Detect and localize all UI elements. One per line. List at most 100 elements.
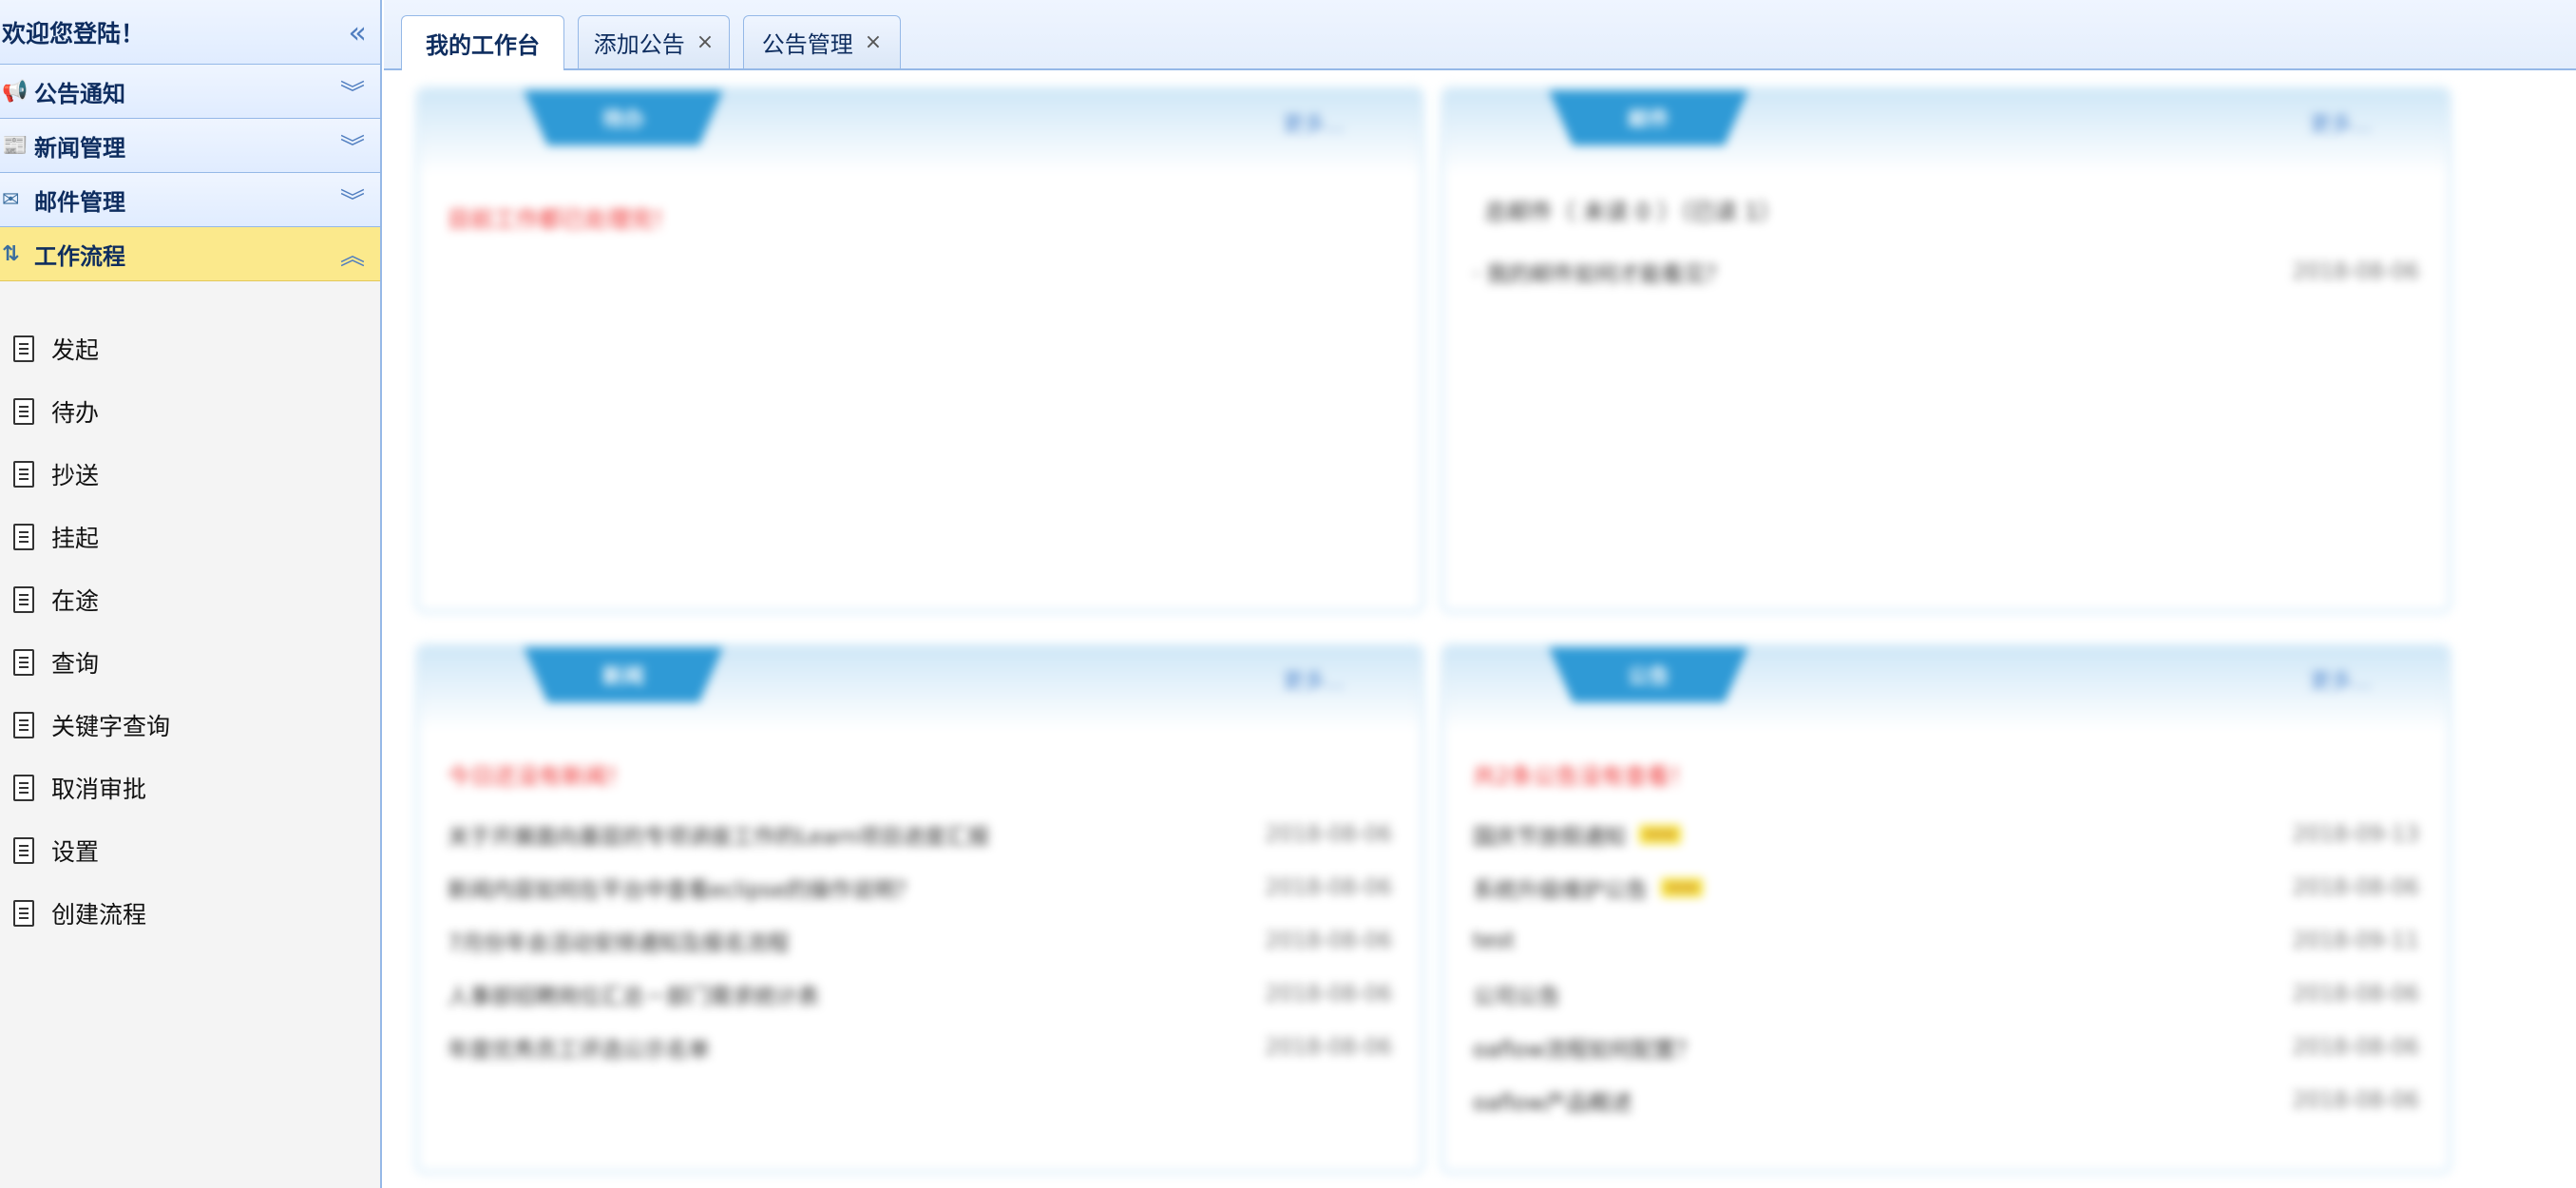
panel-workflow[interactable]: ⇅ 工作流程 ︽ — [0, 227, 380, 281]
card-tab: 邮件 — [1549, 90, 1748, 145]
tab-label: 我的工作台 — [426, 32, 540, 59]
tab-announcement-management[interactable]: 公告管理 × — [743, 15, 901, 68]
panel-label: 邮件管理 — [34, 188, 125, 216]
card-mail: 邮件 更多... 总邮件（ 未读 0 ）（已读 1） · 我的邮件如何才能看见？… — [1440, 86, 2452, 614]
menu-item-label: 创建流程 — [51, 901, 147, 929]
chevron-down-icon[interactable]: ︾ — [340, 74, 365, 109]
close-icon[interactable]: × — [696, 30, 714, 54]
list-item[interactable]: oaflow流程如何配置？ 2018-08-06 — [1473, 1021, 2419, 1074]
workflow-menu: 发起 待办 抄送 挂起 在途 查询 关键字查询 取消审批 设置 创建流程 — [0, 281, 380, 945]
new-badge: new — [1661, 878, 1704, 897]
list-item-title[interactable]: · 我的邮件如何才能看见？ — [1473, 256, 1727, 288]
list-item-title[interactable]: 7月份年会活动安排通知及报名流程 — [448, 925, 790, 957]
list-item-title[interactable]: test — [1473, 929, 1515, 953]
menu-item-label: 查询 — [51, 650, 100, 678]
list-item-title[interactable]: 新闻内容如何在平台中查看eclipse的操作说明？ — [448, 872, 917, 904]
menu-item-label: 设置 — [51, 838, 100, 866]
card-header: 邮件 更多... — [1444, 90, 2448, 174]
document-icon — [13, 461, 34, 488]
sidebar: 欢迎您登陆！ « 📢 公告通知 ︾ 📰 新闻管理 ︾ ✉ 邮件管理 ︾ ⇅ 工作… — [0, 0, 382, 1188]
panel-label: 新闻管理 — [34, 134, 125, 162]
more-link[interactable]: 更多... — [2310, 664, 2372, 695]
menu-item-initiate[interactable]: 发起 — [0, 317, 380, 380]
double-chevron-left-icon[interactable]: « — [348, 17, 367, 48]
list-item-title[interactable]: 人事部招聘岗位汇总－部门需求统计表 — [448, 978, 819, 1010]
list-item-date: 2018-09-11 — [2292, 929, 2419, 953]
panel-news[interactable]: 📰 新闻管理 ︾ — [0, 119, 380, 173]
workflow-icon: ⇅ — [2, 241, 20, 266]
panel-announcements[interactable]: 📢 公告通知 ︾ — [0, 65, 380, 119]
menu-item-label: 待办 — [51, 399, 100, 427]
list-item[interactable]: 国庆节放假通知 new 2018-09-13 — [1473, 808, 2419, 861]
menu-item-cancel-approval[interactable]: 取消审批 — [0, 757, 380, 819]
menu-item-suspended[interactable]: 挂起 — [0, 506, 380, 568]
list-item-title[interactable]: oaflow流程如何配置？ — [1473, 1031, 1698, 1063]
card-announcements: 公告 更多... 共2条公告没有查看！ 国庆节放假通知 new 2018-09-13… — [1440, 642, 2452, 1175]
list-item-title[interactable]: oaflow产品概述 — [1473, 1084, 1632, 1117]
list-item-date: 2018-08-06 — [2292, 982, 2419, 1006]
document-icon — [13, 586, 34, 613]
close-icon[interactable]: × — [865, 30, 882, 54]
new-badge: new — [1639, 825, 1682, 844]
chevron-down-icon[interactable]: ︾ — [340, 182, 365, 218]
list-item-title[interactable]: 关于开展面向基层的专项讲座工作的Learn项目进度汇报 — [448, 818, 989, 851]
card-tab: 公告 — [1549, 647, 1748, 702]
menu-item-todo[interactable]: 待办 — [0, 380, 380, 443]
list-item-date: 2018-08-06 — [1265, 1035, 1392, 1060]
tab-my-workbench[interactable]: 我的工作台 — [401, 15, 564, 70]
document-icon — [13, 712, 34, 738]
panel-label: 公告通知 — [34, 80, 125, 107]
mail-icon: ✉ — [2, 187, 20, 212]
list-item-title[interactable]: 国庆节放假通知 — [1473, 818, 1626, 851]
menu-item-label: 抄送 — [51, 462, 100, 489]
chevron-up-icon[interactable]: ︽ — [340, 237, 365, 272]
tab-label: 添加公告 — [593, 31, 685, 58]
card-todo: 待办 更多... 目前工作都已处理完！ — [414, 86, 1425, 614]
mail-summary: 总邮件（ 未读 0 ）（已读 1） — [1484, 199, 1783, 225]
list-item-date: 2018-08-06 — [1265, 982, 1392, 1006]
menu-item-label: 挂起 — [51, 525, 100, 552]
list-item[interactable]: 人事部招聘岗位汇总－部门需求统计表 2018-08-06 — [448, 968, 1392, 1021]
menu-item-label: 取消审批 — [51, 776, 147, 803]
list-item[interactable]: test 2018-09-11 — [1473, 914, 2419, 968]
menu-item-label: 在途 — [51, 587, 100, 615]
tab-add-announcement[interactable]: 添加公告 × — [578, 15, 730, 68]
card-header: 公告 更多... — [1444, 647, 2448, 731]
document-icon — [13, 335, 34, 362]
sidebar-header: 欢迎您登陆！ « — [0, 0, 380, 65]
list-item[interactable]: 系统升级维护公告 new 2018-08-06 — [1473, 861, 2419, 914]
panel-mail[interactable]: ✉ 邮件管理 ︾ — [0, 173, 380, 227]
list-item[interactable]: 关于开展面向基层的专项讲座工作的Learn项目进度汇报 2018-08-06 — [448, 808, 1392, 861]
list-item[interactable]: 年度优秀员工评选公示名单 2018-08-06 — [448, 1021, 1392, 1074]
welcome-title: 欢迎您登陆！ — [2, 19, 145, 48]
list-item[interactable]: 新闻内容如何在平台中查看eclipse的操作说明？ 2018-08-06 — [448, 861, 1392, 914]
list-item-date: 2018-09-13 — [2292, 822, 2419, 847]
menu-item-settings[interactable]: 设置 — [0, 819, 380, 882]
menu-item-in-progress[interactable]: 在途 — [0, 568, 380, 631]
chevron-down-icon[interactable]: ︾ — [340, 128, 365, 163]
document-icon — [13, 837, 34, 864]
document-icon — [13, 398, 34, 425]
list-item-title[interactable]: 年度优秀员工评选公示名单 — [448, 1031, 710, 1063]
menu-item-query[interactable]: 查询 — [0, 631, 380, 694]
list-item[interactable]: 公司公告 2018-08-06 — [1473, 968, 2419, 1021]
menu-item-cc[interactable]: 抄送 — [0, 443, 380, 506]
more-link[interactable]: 更多... — [2310, 107, 2372, 138]
card-note: 共2条公告没有查看！ — [1473, 763, 1693, 790]
card-header: 待办 更多... — [419, 90, 1421, 174]
list-item[interactable]: oaflow产品概述 2018-08-06 — [1473, 1074, 2419, 1127]
list-item[interactable]: · 我的邮件如何才能看见？ 2018-08-06 — [1473, 245, 2419, 298]
list-item-title[interactable]: 系统升级维护公告 — [1473, 872, 1648, 904]
menu-item-create-flow[interactable]: 创建流程 — [0, 882, 380, 945]
list-item-date: 2018-08-06 — [2292, 1035, 2419, 1060]
list-item-title[interactable]: 公司公告 — [1473, 978, 1560, 1010]
more-link[interactable]: 更多... — [1283, 107, 1345, 138]
list-item[interactable]: 7月份年会活动安排通知及报名流程 2018-08-06 — [448, 914, 1392, 968]
menu-item-keyword-query[interactable]: 关键字查询 — [0, 694, 380, 757]
more-link[interactable]: 更多... — [1283, 664, 1345, 695]
tab-bar: 我的工作台 添加公告 × 公告管理 × — [384, 0, 2576, 70]
list-item-date: 2018-08-06 — [1265, 875, 1392, 900]
list-item-date: 2018-08-06 — [1265, 929, 1392, 953]
panel-label: 工作流程 — [34, 242, 125, 270]
card-note: 今日还没有新闻！ — [448, 763, 630, 790]
